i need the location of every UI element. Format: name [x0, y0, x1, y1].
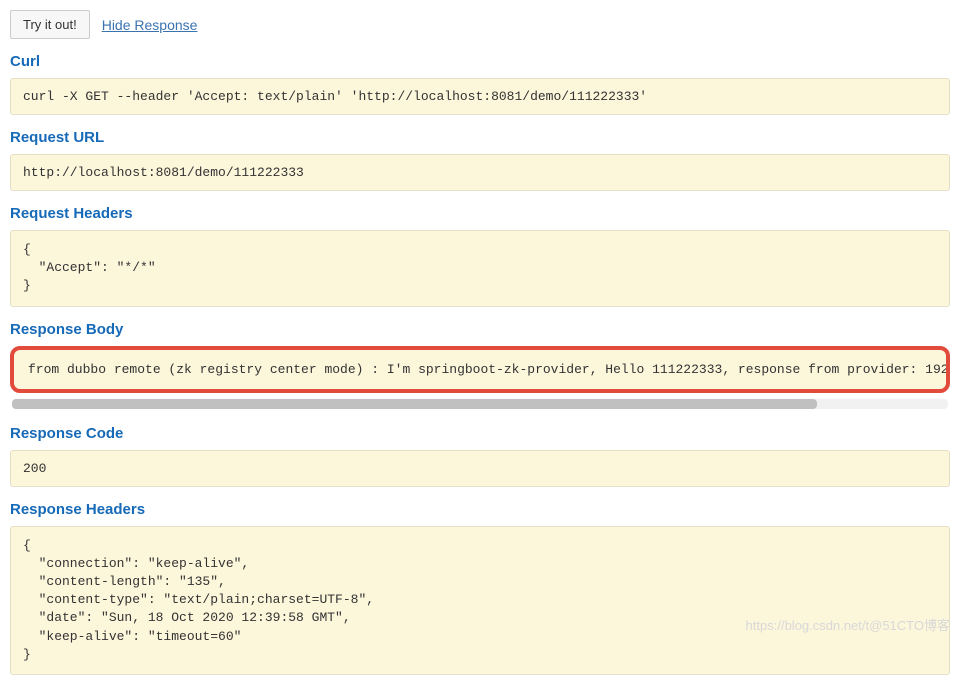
response-body-scrollbar[interactable]	[12, 399, 948, 409]
request-url-title: Request URL	[10, 129, 950, 146]
request-headers-content: { "Accept": "*/*" }	[10, 230, 950, 307]
scrollbar-thumb[interactable]	[12, 399, 817, 409]
response-headers-title: Response Headers	[10, 501, 950, 518]
curl-content: curl -X GET --header 'Accept: text/plain…	[10, 78, 950, 115]
response-code-title: Response Code	[10, 425, 950, 442]
response-code-content: 200	[10, 450, 950, 487]
curl-title: Curl	[10, 53, 950, 70]
try-it-out-button[interactable]: Try it out!	[10, 10, 90, 39]
hide-response-link[interactable]: Hide Response	[102, 17, 198, 33]
response-body-title: Response Body	[10, 321, 950, 338]
response-headers-content: { "connection": "keep-alive", "content-l…	[10, 526, 950, 675]
request-url-content: http://localhost:8081/demo/111222333	[10, 154, 950, 191]
request-headers-title: Request Headers	[10, 205, 950, 222]
top-row: Try it out! Hide Response	[10, 10, 950, 39]
response-body-content: from dubbo remote (zk registry center mo…	[10, 346, 950, 393]
